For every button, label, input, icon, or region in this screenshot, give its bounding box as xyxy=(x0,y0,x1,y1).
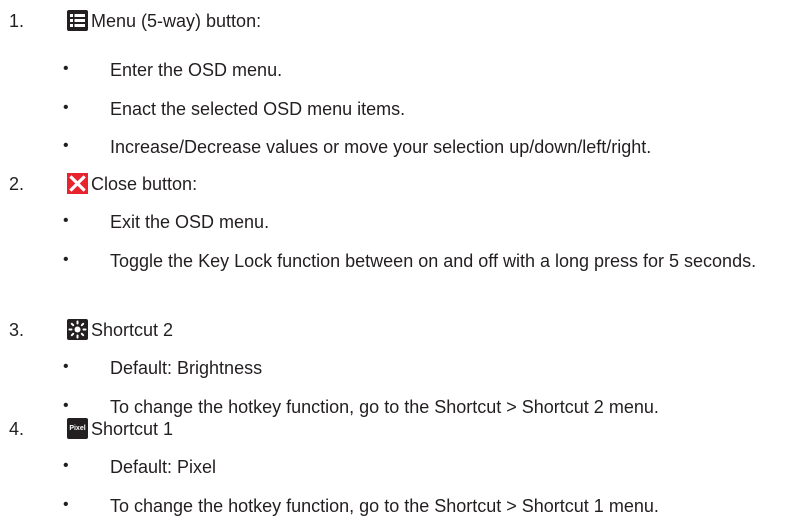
item-heading: 3. Shortcut 2 xyxy=(0,317,805,343)
bullet-icon: • xyxy=(63,60,69,77)
item-number: 1. xyxy=(9,11,25,31)
bullet-icon: • xyxy=(63,137,69,154)
bullet-text: Default: Pixel xyxy=(110,457,217,477)
bullet-icon: • xyxy=(63,457,69,474)
close-x-icon xyxy=(67,173,88,194)
item-title: Close button: xyxy=(91,174,198,194)
bullet-icon: • xyxy=(63,397,69,414)
bullet-text: Exit the OSD menu. xyxy=(110,212,270,232)
bullet-text: Enter the OSD menu. xyxy=(110,60,283,80)
item-number: 2. xyxy=(9,174,25,194)
bullet-icon: • xyxy=(63,99,69,116)
bullet-text: Enact the selected OSD menu items. xyxy=(110,99,406,119)
bullet-text: To change the hotkey function, go to the… xyxy=(110,496,659,516)
bullet-text: Default: Brightness xyxy=(110,358,263,378)
menu-list-icon xyxy=(67,10,88,31)
bullet-icon: • xyxy=(63,358,69,375)
bullet-icon: • xyxy=(63,212,69,229)
item-title: Menu (5-way) button: xyxy=(91,11,262,31)
brightness-sun-icon xyxy=(67,319,88,340)
bullet-icon: • xyxy=(63,251,69,268)
bullet-text: Toggle the Key Lock function between on … xyxy=(110,251,757,271)
item-title: Shortcut 2 xyxy=(91,320,174,340)
item-number: 3. xyxy=(9,320,25,340)
bullet-icon: • xyxy=(63,496,69,513)
item-heading: 2. Close button: xyxy=(0,171,805,197)
item-heading: 1. Menu (5-way) button: xyxy=(0,8,805,34)
bullet-text: Increase/Decrease values or move your se… xyxy=(110,137,652,157)
item-title: Shortcut 1 xyxy=(91,419,174,439)
item-number: 4. xyxy=(9,419,25,439)
item-heading: 4. Pixel Shortcut 1 xyxy=(0,416,805,442)
pixel-icon: Pixel xyxy=(67,418,88,439)
